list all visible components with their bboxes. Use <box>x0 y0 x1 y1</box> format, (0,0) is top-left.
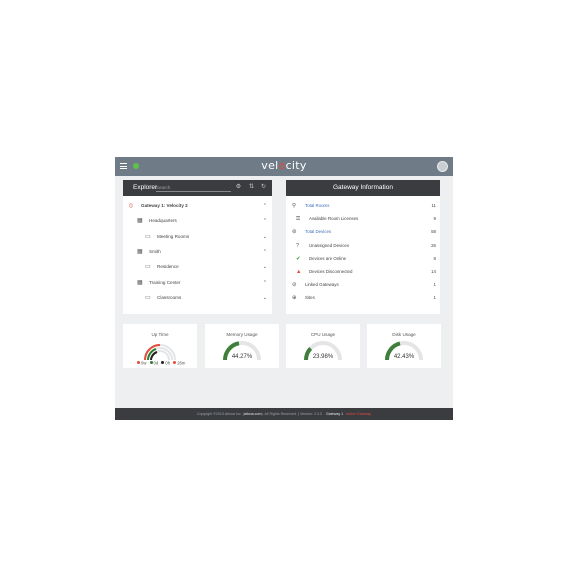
velocity-app-window: velocity Explorer Search ⚙ ⇅ ↻ ⦸ Gateway … <box>115 157 453 420</box>
gateway-info-label: Unassigned Devices <box>309 242 350 248</box>
gateway-info-value: 8 <box>433 255 436 261</box>
room-icon: ▭ <box>145 264 151 271</box>
explorer-header: Explorer Search ⚙ ⇅ ↻ <box>123 180 272 196</box>
tree-item-label: Gateway 1: Velocity 2 <box>141 203 188 208</box>
explorer-search-input[interactable]: Search <box>156 183 231 192</box>
brand-logo: velocity <box>261 159 307 172</box>
legend-days: 0d <box>153 360 159 366</box>
location-pin-icon: ⚲ <box>292 203 297 209</box>
tree-item[interactable]: ▦ Smith ⌃ <box>123 247 272 257</box>
chevron-down-icon[interactable]: ⌄ <box>263 232 267 242</box>
legend-days-marker <box>149 361 153 365</box>
chevron-down-icon[interactable]: ⌄ <box>263 262 267 272</box>
globe-icon: ⊕ <box>292 295 297 302</box>
gateway-info-row: ✔ Devices are Online 8 <box>286 254 440 264</box>
tree-item[interactable]: ▦ Training Center ⌃ <box>123 278 272 288</box>
legend-minutes-marker <box>173 361 177 365</box>
key-icon: ⚿ <box>296 216 301 223</box>
gateway-info-value: 14 <box>431 269 436 274</box>
gateway-info-label: Sites <box>305 295 315 301</box>
room-icon: ▭ <box>145 294 151 301</box>
room-icon: ▭ <box>145 233 151 240</box>
gateway-info-value: 9 <box>433 216 436 222</box>
warning-triangle-icon: ▲ <box>296 269 302 275</box>
footer-copyright: Copyright ©2019 Atlona Inc. ( <box>196 412 244 416</box>
gateway-information-title: Gateway Information <box>333 184 393 191</box>
gateway-info-row: ⊚ Total Devices 58 <box>286 227 440 237</box>
footer: Copyright ©2019 Atlona Inc. (atlona.com)… <box>115 408 453 420</box>
memory-usage-card: Memory Usage 44.27% <box>205 324 279 368</box>
question-circle-icon: ? <box>296 242 300 249</box>
legend-weeks: 0w <box>141 360 147 366</box>
gateway-info-label: Devices are Online <box>309 255 347 261</box>
explorer-panel: Explorer Search ⚙ ⇅ ↻ ⦸ Gateway 1: Veloci… <box>123 180 272 314</box>
link-icon: ⊘ <box>292 282 297 289</box>
cpu-usage-value: 23.98% <box>312 354 334 360</box>
memory-gauge <box>223 341 261 361</box>
refresh-icon[interactable]: ↻ <box>260 184 267 191</box>
disk-usage-card: Disk Usage 42.43% <box>367 324 441 368</box>
gateway-info-value: 58 <box>431 229 436 235</box>
user-avatar-icon[interactable] <box>437 161 448 172</box>
chevron-up-icon[interactable]: ⌃ <box>263 201 267 211</box>
uptime-legend: 0w 0d 0h 26m <box>135 360 185 365</box>
gateway-info-label: Total Rooms <box>305 203 330 208</box>
tree-item-label: Meeting Rooms <box>157 233 190 239</box>
tree-item[interactable]: ▭ Classrooms ⌄ <box>123 293 272 303</box>
gateway-info-value: 11 <box>431 203 436 208</box>
building-icon: ▦ <box>137 279 143 286</box>
gateway-info-row: ? Unassigned Devices 26 <box>286 241 440 251</box>
legend-hours-marker <box>161 361 165 365</box>
gateway-info-row: ⊘ Linked Gateways 1 <box>286 280 440 290</box>
gateway-info-row: ⊕ Sites 1 <box>286 293 440 303</box>
tree-item-label: Headquarters <box>149 218 177 224</box>
gateway-information-panel: Gateway Information ⚲ Total Rooms 11 ⚿ Avail… <box>286 180 440 314</box>
gateway-information-header: Gateway Information <box>286 180 440 196</box>
memory-usage-value: 44.27% <box>231 354 253 360</box>
gateway-info-value: 26 <box>431 242 436 248</box>
tree-item-label: Residence <box>157 264 179 270</box>
gateway-info-value: 1 <box>433 282 436 288</box>
chevron-up-icon[interactable]: ⌃ <box>263 247 267 257</box>
cpu-gauge <box>304 341 342 361</box>
top-bar: velocity <box>115 157 453 176</box>
tree-item-label: Training Center <box>149 279 181 285</box>
footer-active-gateway: Active Gateway <box>346 412 372 416</box>
tree-item[interactable]: ▭ Residence ⌄ <box>123 262 272 272</box>
check-circle-icon: ✔ <box>296 255 301 262</box>
footer-rights: ). All Rights Reserved. | Version: 2.3.0 <box>261 412 322 416</box>
gateway-info-row: ▲ Devices Disconnected 14 <box>286 267 440 277</box>
gateway-info-value: 1 <box>433 295 436 301</box>
footer-gateway[interactable]: Gateway 1 <box>326 412 343 416</box>
disk-usage-value: 42.43% <box>393 354 415 360</box>
no-entry-icon: ⦸ <box>129 203 133 209</box>
disk-gauge <box>385 341 423 361</box>
tree-item[interactable]: ▦ Headquarters ⌃ <box>123 216 272 226</box>
chevron-up-icon[interactable]: ⌃ <box>263 216 267 226</box>
gateway-info-label: Devices Disconnected <box>309 269 353 274</box>
legend-weeks-marker <box>137 361 140 365</box>
building-icon: ▦ <box>137 248 143 255</box>
tree-item[interactable]: ⦸ Gateway 1: Velocity 2 ⌃ <box>123 201 272 211</box>
cpu-usage-card: CPU Usage 23.98% <box>286 324 360 368</box>
building-icon: ▦ <box>137 218 143 225</box>
uptime-card: Up Time 0w 0d 0h 26m <box>123 324 197 368</box>
gateway-info-row: ⚿ Available Room Licenses 9 <box>286 214 440 224</box>
legend-minutes: 26m <box>177 360 186 366</box>
tree-item[interactable]: ▭ Meeting Rooms ⌄ <box>123 232 272 242</box>
legend-hours: 0h <box>165 360 171 366</box>
chevron-up-icon[interactable]: ⌃ <box>263 278 267 288</box>
gateway-info-label: Linked Gateways <box>305 282 339 288</box>
tree-item-label: Classrooms <box>157 294 182 300</box>
gateway-info-label: Available Room Licenses <box>309 216 359 222</box>
collapse-icon[interactable]: ⇅ <box>248 184 255 191</box>
devices-icon: ⊚ <box>292 229 297 236</box>
gateway-info-row: ⚲ Total Rooms 11 <box>286 201 440 211</box>
settings-icon[interactable]: ⚙ <box>235 184 242 191</box>
chevron-down-icon[interactable]: ⌄ <box>263 293 267 303</box>
gateway-info-label: Total Devices <box>305 229 332 235</box>
tree-item-label: Smith <box>149 248 161 254</box>
explorer-title: Explorer <box>133 184 158 191</box>
footer-site-link[interactable]: atlona.com <box>244 412 262 416</box>
